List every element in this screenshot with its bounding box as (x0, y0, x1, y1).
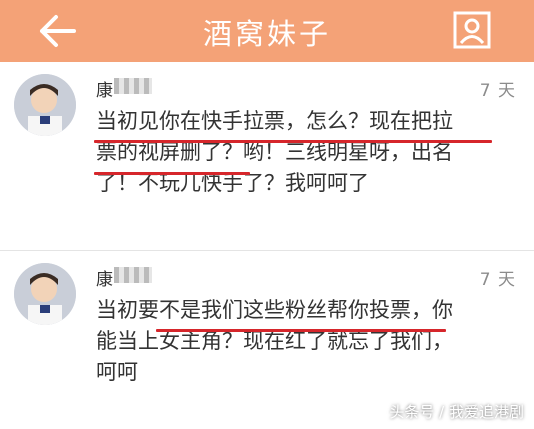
commenter-name: 康 (96, 265, 156, 290)
avatar[interactable] (14, 263, 76, 325)
profile-icon[interactable] (452, 10, 492, 50)
comment-time: 7 天 (479, 81, 516, 101)
user-avatar-image (14, 263, 76, 325)
highlight-underline (156, 329, 446, 332)
comment-item: 康 7 天 当初见你在快手拉票，怎么？现在把拉 票的视屏删了？哟！三线明星呀，出… (0, 62, 534, 252)
comment-line: 呵呵 (96, 360, 138, 384)
comment-text: 当初见你在快手拉票，怎么？现在把拉 票的视屏删了？哟！三线明星呀，出名 了！不玩… (96, 106, 516, 199)
commenter-name: 康 (96, 76, 156, 101)
highlight-underline (94, 140, 492, 143)
comment-line: 当初要不是我们这些粉丝帮你投票，你 (96, 298, 453, 322)
user-avatar-image (14, 74, 76, 136)
blurred-name (114, 78, 152, 94)
comment-line: 当初见你在快手拉票，怎么？现在把拉 (96, 109, 453, 133)
commenter-name-text: 康 (96, 270, 113, 290)
comment-time: 7 天 (479, 270, 516, 290)
comment-text: 当初要不是我们这些粉丝帮你投票，你 能当上女主角？现在红了就忘了我们， 呵呵 (96, 295, 516, 388)
commenter-name-text: 康 (96, 81, 113, 101)
avatar[interactable] (14, 74, 76, 136)
comment-item: 康 7 天 当初要不是我们这些粉丝帮你投票，你 能当上女主角？现在红了就忘了我们… (0, 251, 534, 401)
blurred-name (114, 267, 152, 283)
top-bar: 酒窝妹子 (0, 0, 534, 62)
watermark: 头条号 / 我爱追港剧 (389, 403, 524, 421)
highlight-underline (94, 172, 250, 175)
